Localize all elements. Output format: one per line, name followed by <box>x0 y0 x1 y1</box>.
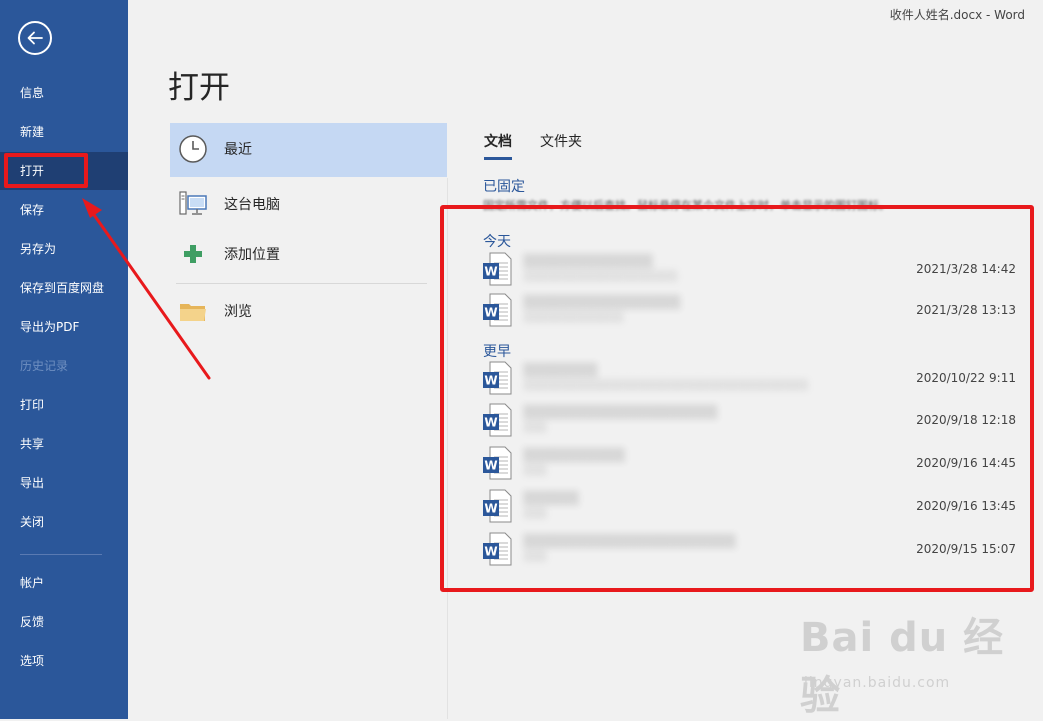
nav-divider <box>20 554 102 555</box>
nav-item-close[interactable]: 关闭 <box>0 503 128 541</box>
annotation-arrow <box>82 198 211 380</box>
nav-item-options[interactable]: 选项 <box>0 642 128 680</box>
tab-documents[interactable]: 文档 <box>484 131 512 160</box>
tab-folders[interactable]: 文件夹 <box>540 131 582 157</box>
watermark-url: jingyan.baidu.com <box>804 675 951 691</box>
pinned-heading: 已固定 <box>483 179 525 195</box>
baidu-jingyan-watermark: Bai du 经验 jingyan.baidu.com <box>800 605 1015 719</box>
window-title: 收件人姓名.docx - Word <box>889 8 1025 22</box>
nav-item-export[interactable]: 导出 <box>0 464 128 502</box>
nav-item-share[interactable]: 共享 <box>0 425 128 463</box>
annotation-box-recent-documents <box>440 205 1034 592</box>
nav-item-account[interactable]: 帐户 <box>0 564 128 602</box>
watermark-logo: Bai du 经验 <box>800 615 1005 719</box>
nav-item-feedback[interactable]: 反馈 <box>0 603 128 641</box>
